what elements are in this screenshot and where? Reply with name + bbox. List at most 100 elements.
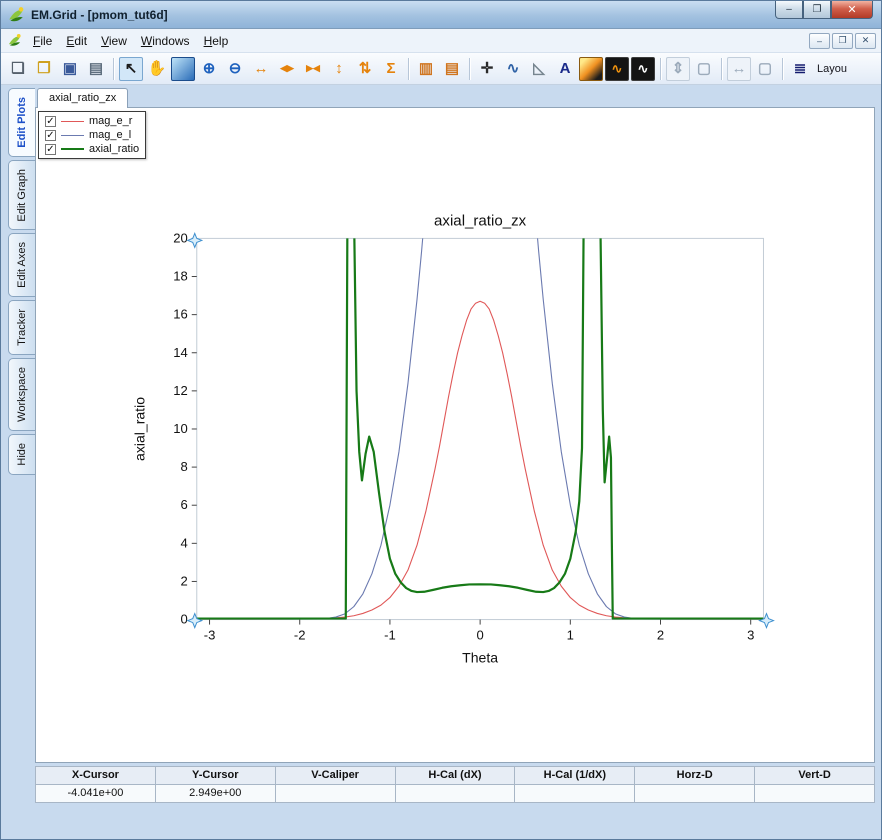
y-tick-label: 14 bbox=[173, 345, 188, 360]
toolbar-separator bbox=[408, 57, 409, 80]
toolbar-separator bbox=[721, 57, 722, 80]
sidebar-tab-label: Edit Graph bbox=[16, 168, 28, 222]
table-rows-button[interactable]: ▤ bbox=[440, 57, 464, 81]
sidebar-tab-edit-plots[interactable]: Edit Plots bbox=[8, 88, 35, 157]
window-controls: – ❐ ✕ bbox=[775, 1, 873, 19]
table-columns-button[interactable]: ▥ bbox=[414, 57, 438, 81]
axes-curve-button[interactable]: ∿ bbox=[501, 57, 525, 81]
fit-window-2-button[interactable]: ▢ bbox=[753, 57, 777, 81]
tab-axial-ratio-zx[interactable]: axial_ratio_zx bbox=[37, 88, 129, 108]
sidebar-tab-edit-graph[interactable]: Edit Graph bbox=[8, 159, 35, 231]
save-file-button[interactable]: ▣ bbox=[58, 57, 82, 81]
y-tick-label: 12 bbox=[173, 383, 188, 398]
legend-label: mag_e_l bbox=[89, 129, 132, 141]
maximize-button[interactable]: ❐ bbox=[803, 1, 831, 19]
expand-x-icon: ↔ bbox=[253, 60, 269, 77]
expand-y-icon: ↕ bbox=[335, 60, 343, 77]
crosshair-button[interactable]: ✛ bbox=[475, 57, 499, 81]
layout-button[interactable]: ≣ bbox=[788, 57, 812, 81]
open-folder-button[interactable]: ❐ bbox=[32, 57, 56, 81]
x-tick-label: 2 bbox=[657, 628, 664, 643]
zoom-out-button[interactable]: ⊖ bbox=[223, 57, 247, 81]
new-file-button[interactable]: ❏ bbox=[6, 57, 30, 81]
cursor-value-cell: -4.041e+00 bbox=[36, 785, 156, 802]
pan-hand-button[interactable]: ✋ bbox=[145, 57, 169, 81]
layout-icon: ≣ bbox=[793, 60, 807, 77]
app-window: EM.Grid - [pmom_tut6d] – ❐ ✕ File Edit Vie… bbox=[0, 0, 882, 840]
toolbar-separator bbox=[469, 57, 470, 80]
y-tick-label: 20 bbox=[173, 230, 188, 245]
fit-horizontal-button[interactable]: ↔ bbox=[727, 56, 751, 81]
child-window-controls: – ❐ ✕ bbox=[809, 32, 876, 49]
close-button[interactable]: ✕ bbox=[831, 1, 873, 19]
sum-sigma-button[interactable]: Σ bbox=[379, 57, 403, 81]
sidebar-tab-edit-axes[interactable]: Edit Axes bbox=[8, 233, 35, 298]
legend: ✓ mag_e_r ✓ mag_e_l ✓ axial_ratio bbox=[38, 111, 147, 159]
select-cursor-button[interactable]: ↖ bbox=[119, 56, 143, 81]
cursor-col-header: Horz-D bbox=[635, 767, 756, 785]
child-window-icon[interactable] bbox=[7, 33, 22, 48]
minimize-button[interactable]: – bbox=[775, 1, 803, 19]
cursor-value-cell bbox=[275, 785, 396, 802]
waveform-filled-icon: ∿ bbox=[611, 61, 623, 76]
zoom-in-icon: ⊕ bbox=[202, 60, 216, 77]
title-bar[interactable]: EM.Grid - [pmom_tut6d] – ❐ ✕ bbox=[1, 1, 881, 29]
toolbar: ❏ ❐ ▣ ▤ ↖ ✋ ⊕ ⊖ ↔ ◀▶ ▶◀ ↕ ⇅ Σ ▥ ▤ ✛ ∿ ◺ A ∿ ∿ ⇕ ▢ ↔ ▢ ≣ Layou bbox=[1, 53, 881, 85]
legend-item-axial_ratio: ✓ axial_ratio bbox=[42, 142, 142, 156]
chart[interactable]: 02468101214161820-3 -2 -1 0 1 2 3axial_ratio_z… bbox=[36, 108, 874, 762]
expand-y-button[interactable]: ↕ bbox=[327, 57, 351, 81]
sidebar-tab-workspace[interactable]: Workspace bbox=[8, 358, 35, 431]
expand-x-button[interactable]: ↔ bbox=[249, 57, 273, 81]
menu-bar: File Edit View Windows Help – ❐ ✕ bbox=[1, 29, 881, 53]
split-x-button[interactable]: ◀▶ bbox=[275, 57, 299, 81]
app-icon bbox=[7, 6, 25, 24]
sidebar-tab-label: Hide bbox=[16, 442, 28, 466]
zoom-window-button[interactable] bbox=[171, 56, 195, 81]
sidebar-tabs: Edit Plots Edit Graph Edit Axes Tracker Work… bbox=[1, 85, 35, 839]
cursor-value-cell bbox=[635, 785, 756, 802]
menu-edit[interactable]: Edit bbox=[59, 31, 94, 51]
legend-checkbox-axial_ratio[interactable]: ✓ bbox=[45, 143, 56, 155]
child-minimize-button[interactable]: – bbox=[809, 32, 830, 49]
toolbar-separator bbox=[782, 57, 783, 80]
menu-view[interactable]: View bbox=[94, 31, 134, 51]
legend-checkbox-mag_e_l[interactable]: ✓ bbox=[45, 129, 56, 141]
waveform-filled-button[interactable]: ∿ bbox=[605, 56, 629, 81]
sidebar-tab-tracker[interactable]: Tracker bbox=[8, 300, 35, 356]
colormap-button[interactable] bbox=[579, 56, 603, 81]
legend-checkbox-mag_e_r[interactable]: ✓ bbox=[45, 115, 56, 127]
legend-swatch bbox=[61, 120, 84, 122]
window-title: EM.Grid - [pmom_tut6d] bbox=[31, 7, 168, 22]
menu-file[interactable]: File bbox=[26, 31, 59, 51]
center-x-button[interactable]: ▶◀ bbox=[301, 57, 325, 81]
layout-label: Layou bbox=[817, 62, 847, 75]
print-button[interactable]: ▤ bbox=[84, 57, 108, 81]
x-tick-label: -2 bbox=[294, 628, 306, 643]
zoom-in-button[interactable]: ⊕ bbox=[197, 57, 221, 81]
fit-horizontal-icon: ↔ bbox=[731, 60, 747, 77]
waveform-line-button[interactable]: ∿ bbox=[631, 56, 655, 81]
child-restore-button[interactable]: ❐ bbox=[832, 32, 853, 49]
sidebar-tab-hide[interactable]: Hide bbox=[8, 433, 35, 475]
y-tick-label: 16 bbox=[173, 307, 188, 322]
fit-vertical-button[interactable]: ⇕ bbox=[666, 56, 690, 81]
sidebar-tab-label: Tracker bbox=[16, 309, 28, 347]
legend-item-mag_e_l: ✓ mag_e_l bbox=[42, 128, 142, 142]
menu-help[interactable]: Help bbox=[197, 31, 236, 51]
menu-windows[interactable]: Windows bbox=[134, 31, 197, 51]
split-y-button[interactable]: ⇅ bbox=[353, 57, 377, 81]
delta-marker-button[interactable]: ◺ bbox=[527, 57, 551, 81]
fit-window-button[interactable]: ▢ bbox=[692, 57, 716, 81]
text-tool-button[interactable]: A bbox=[553, 57, 577, 81]
plot-panel: 0 2 4 6 8 10 12 14 16 18 20 -3 -2 -1 0 1 2 3 axial_ratio_z… bbox=[35, 107, 875, 763]
delta-marker-icon: ◺ bbox=[533, 60, 545, 77]
x-tick-label: 1 bbox=[567, 628, 574, 643]
y-tick-label: 8 bbox=[180, 459, 187, 474]
child-close-button[interactable]: ✕ bbox=[855, 32, 876, 49]
sidebar-tab-label: Workspace bbox=[16, 367, 28, 422]
chart-title: axial_ratio_zx bbox=[434, 212, 527, 229]
plot-area[interactable] bbox=[196, 237, 764, 621]
text-tool-icon: A bbox=[559, 60, 571, 77]
x-axis-label: Theta bbox=[462, 650, 498, 666]
toolbar-separator bbox=[113, 57, 114, 80]
